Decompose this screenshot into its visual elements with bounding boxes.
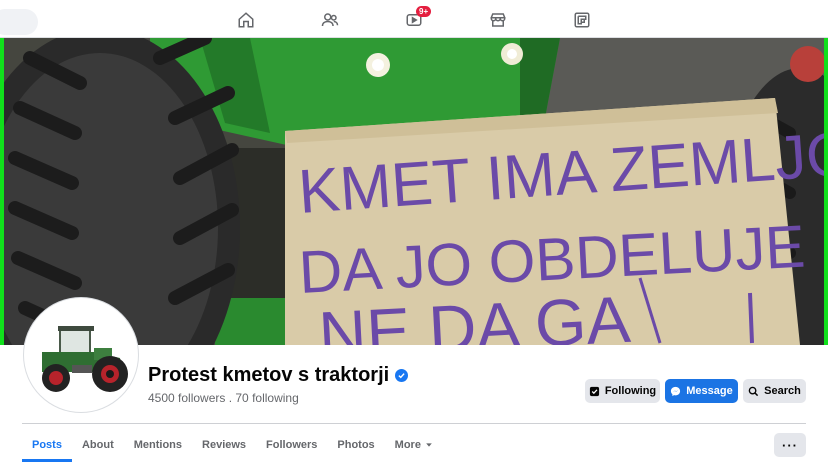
following-check-icon xyxy=(589,386,599,396)
profile-avatar[interactable] xyxy=(24,298,138,412)
message-button[interactable]: Message xyxy=(665,379,738,403)
following-button[interactable]: Following xyxy=(585,379,660,403)
tab-followers[interactable]: Followers xyxy=(256,428,327,462)
cover-left-edge xyxy=(0,38,4,345)
more-options-button[interactable]: ··· xyxy=(774,433,806,457)
tab-photos[interactable]: Photos xyxy=(327,428,384,462)
verified-badge-icon xyxy=(395,369,409,382)
search-button[interactable]: Search xyxy=(743,379,806,403)
friends-icon[interactable] xyxy=(319,9,341,31)
marketplace-icon[interactable] xyxy=(487,9,509,31)
watch-icon[interactable]: 9+ xyxy=(403,6,432,31)
tab-reviews[interactable]: Reviews xyxy=(192,428,256,462)
chevron-down-icon xyxy=(426,443,432,447)
cover-right-edge xyxy=(824,38,828,345)
tab-more[interactable]: More xyxy=(385,428,443,462)
page-name: Protest kmetov s traktorji xyxy=(148,364,390,386)
profile-divider xyxy=(22,423,806,424)
page-title: Protest kmetov s traktorji xyxy=(148,364,409,387)
search-icon xyxy=(748,386,759,396)
tab-about[interactable]: About xyxy=(72,428,124,462)
watch-notification-badge: 9+ xyxy=(416,6,432,17)
followers-count[interactable]: 4500 followers . 70 following xyxy=(148,391,299,405)
gaming-icon[interactable] xyxy=(571,9,593,31)
tab-mentions[interactable]: Mentions xyxy=(124,428,192,462)
cover-photo[interactable]: KMET IMA ZEMLJO DA JO OBDELUJE NE DA GA xyxy=(0,38,828,345)
home-icon[interactable] xyxy=(235,9,257,31)
top-navigation-bar: 9+ xyxy=(0,0,828,38)
search-box[interactable] xyxy=(0,9,38,35)
profile-tabs: Posts About Mentions Reviews Followers P… xyxy=(22,428,443,464)
tab-posts[interactable]: Posts xyxy=(22,428,72,462)
messenger-icon xyxy=(671,386,681,396)
